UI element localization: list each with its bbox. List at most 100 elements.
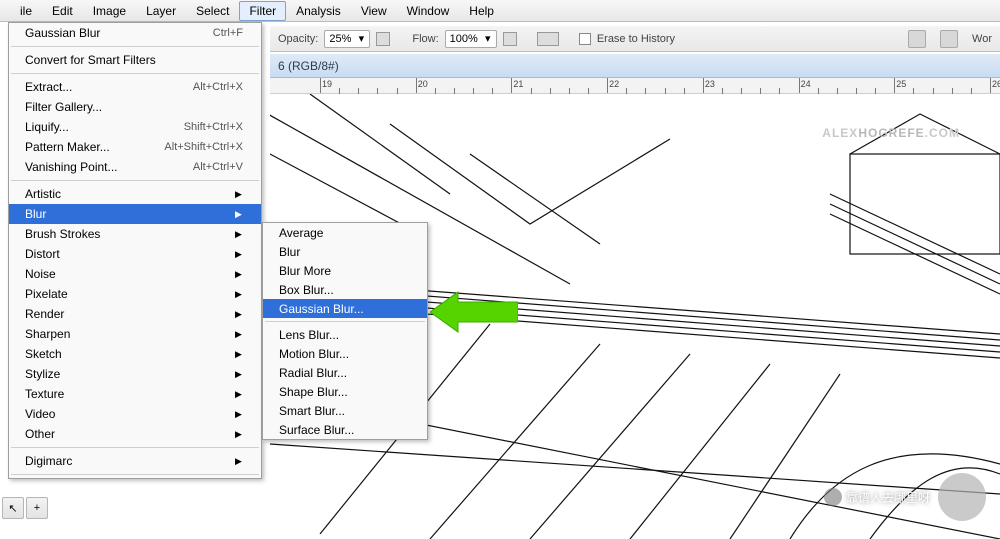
ruler-horizontal[interactable]: 1920212223242526 [270,78,1000,94]
blur-submenu: AverageBlurBlur MoreBox Blur...Gaussian … [262,222,428,440]
watermark-suffix: .COM [925,126,960,140]
menu-edit[interactable]: Edit [42,1,83,21]
menu-filter[interactable]: Filter [239,1,286,21]
watermark-part2: HOGREFE [858,126,924,140]
submenu-arrow-icon: ▶ [235,369,243,380]
ruler-tick-label: 20 [418,79,428,89]
filter-convert-label: Convert for Smart Filters [25,53,156,67]
filter-digimarc[interactable]: Digimarc▶ [9,451,261,471]
filter-sharpen[interactable]: Sharpen▶ [9,324,261,344]
watermark-part1: ALEX [822,126,858,140]
menu-view[interactable]: View [351,1,397,21]
flow-value: 100% [450,33,478,45]
ruler-tick-label: 22 [609,79,619,89]
ruler-tick-label: 24 [801,79,811,89]
filter-last[interactable]: Gaussian Blur Ctrl+F [9,23,261,43]
blur-blur[interactable]: Blur [263,242,427,261]
filter-video[interactable]: Video▶ [9,404,261,424]
filter-blur[interactable]: Blur▶ [9,204,261,224]
chevron-down-icon[interactable]: ▾ [482,33,494,45]
bottom-watermark-text: 靠谱人去哪里呀 [846,489,930,506]
airbrush-icon[interactable] [503,32,517,46]
eraser-icon[interactable] [537,32,559,46]
menu-help[interactable]: Help [459,1,504,21]
submenu-arrow-icon: ▶ [235,309,243,320]
menu-separator [11,73,259,74]
blur-motion-blur[interactable]: Motion Blur... [263,344,427,363]
filter-liquify[interactable]: Liquify...Shift+Ctrl+X [9,117,261,137]
filter-noise[interactable]: Noise▶ [9,264,261,284]
menu-image[interactable]: Image [83,1,136,21]
ruler-tick-label: 21 [513,79,523,89]
ruler-tick-label: 25 [896,79,906,89]
menu-separator [11,180,259,181]
filter-last-shortcut: Ctrl+F [213,27,243,39]
blur-blur-more[interactable]: Blur More [263,261,427,280]
menu-file[interactable]: ile [10,1,42,21]
menu-analysis[interactable]: Analysis [286,1,351,21]
move-tool[interactable]: ↖ [2,497,24,519]
filter-vanishing-point[interactable]: Vanishing Point...Alt+Ctrl+V [9,157,261,177]
document-titlebar: 6 (RGB/8#) [270,54,1000,78]
submenu-arrow-icon: ▶ [235,429,243,440]
submenu-arrow-icon: ▶ [235,409,243,420]
bottom-watermark: 靠谱人去哪里呀 [824,473,986,521]
submenu-arrow-icon: ▶ [235,289,243,300]
filter-convert-smart[interactable]: Convert for Smart Filters [9,50,261,70]
filter-render[interactable]: Render▶ [9,304,261,324]
menu-separator [11,447,259,448]
opacity-field[interactable]: 25% ▾ [324,30,370,48]
menu-window[interactable]: Window [397,1,460,21]
filter-brush-strokes[interactable]: Brush Strokes▶ [9,224,261,244]
submenu-arrow-icon: ▶ [235,456,243,467]
filter-pattern-maker[interactable]: Pattern Maker...Alt+Shift+Ctrl+X [9,137,261,157]
menu-separator [265,321,425,322]
marquee-tool[interactable]: + [26,497,48,519]
blur-gaussian-blur[interactable]: Gaussian Blur... [263,299,427,318]
menu-separator [11,46,259,47]
submenu-arrow-icon: ▶ [235,229,243,240]
blur-box-blur[interactable]: Box Blur... [263,280,427,299]
watermark: ALEXHOGREFE.COM [822,116,960,144]
blur-average[interactable]: Average [263,223,427,242]
erase-history-label: Erase to History [597,33,675,45]
filter-artistic[interactable]: Artistic▶ [9,184,261,204]
submenu-arrow-icon: ▶ [235,329,243,340]
blur-smart-blur[interactable]: Smart Blur... [263,401,427,420]
filter-last-label: Gaussian Blur [25,26,100,40]
filter-menu-dropdown: Gaussian Blur Ctrl+F Convert for Smart F… [8,22,262,479]
menu-layer[interactable]: Layer [136,1,186,21]
blur-shape-blur[interactable]: Shape Blur... [263,382,427,401]
filter-pixelate[interactable]: Pixelate▶ [9,284,261,304]
ruler-tick-label: 19 [322,79,332,89]
filter-other[interactable]: Other▶ [9,424,261,444]
menu-separator [11,474,259,475]
menu-select[interactable]: Select [186,1,239,21]
submenu-arrow-icon: ▶ [235,209,243,220]
flow-field[interactable]: 100% ▾ [445,30,497,48]
filter-filter-gallery[interactable]: Filter Gallery... [9,97,261,117]
workspace-icon[interactable] [940,30,958,48]
submenu-arrow-icon: ▶ [235,349,243,360]
palette-icon[interactable] [908,30,926,48]
erase-history-checkbox[interactable] [579,33,591,45]
submenu-arrow-icon: ▶ [235,389,243,400]
filter-distort[interactable]: Distort▶ [9,244,261,264]
menubar: ile Edit Image Layer Select Filter Analy… [0,0,1000,22]
opacity-brush-icon[interactable] [376,32,390,46]
submenu-arrow-icon: ▶ [235,189,243,200]
wechat-icon [824,488,842,506]
blur-lens-blur[interactable]: Lens Blur... [263,325,427,344]
filter-stylize[interactable]: Stylize▶ [9,364,261,384]
filter-sketch[interactable]: Sketch▶ [9,344,261,364]
chevron-down-icon[interactable]: ▾ [355,33,367,45]
workspace-label: Wor [972,33,992,45]
filter-extract[interactable]: Extract...Alt+Ctrl+X [9,77,261,97]
opacity-label: Opacity: [278,33,318,45]
blur-radial-blur[interactable]: Radial Blur... [263,363,427,382]
ruler-tick-label: 23 [705,79,715,89]
blur-surface-blur[interactable]: Surface Blur... [263,420,427,439]
document-title: 6 (RGB/8#) [278,59,339,73]
submenu-arrow-icon: ▶ [235,249,243,260]
filter-texture[interactable]: Texture▶ [9,384,261,404]
